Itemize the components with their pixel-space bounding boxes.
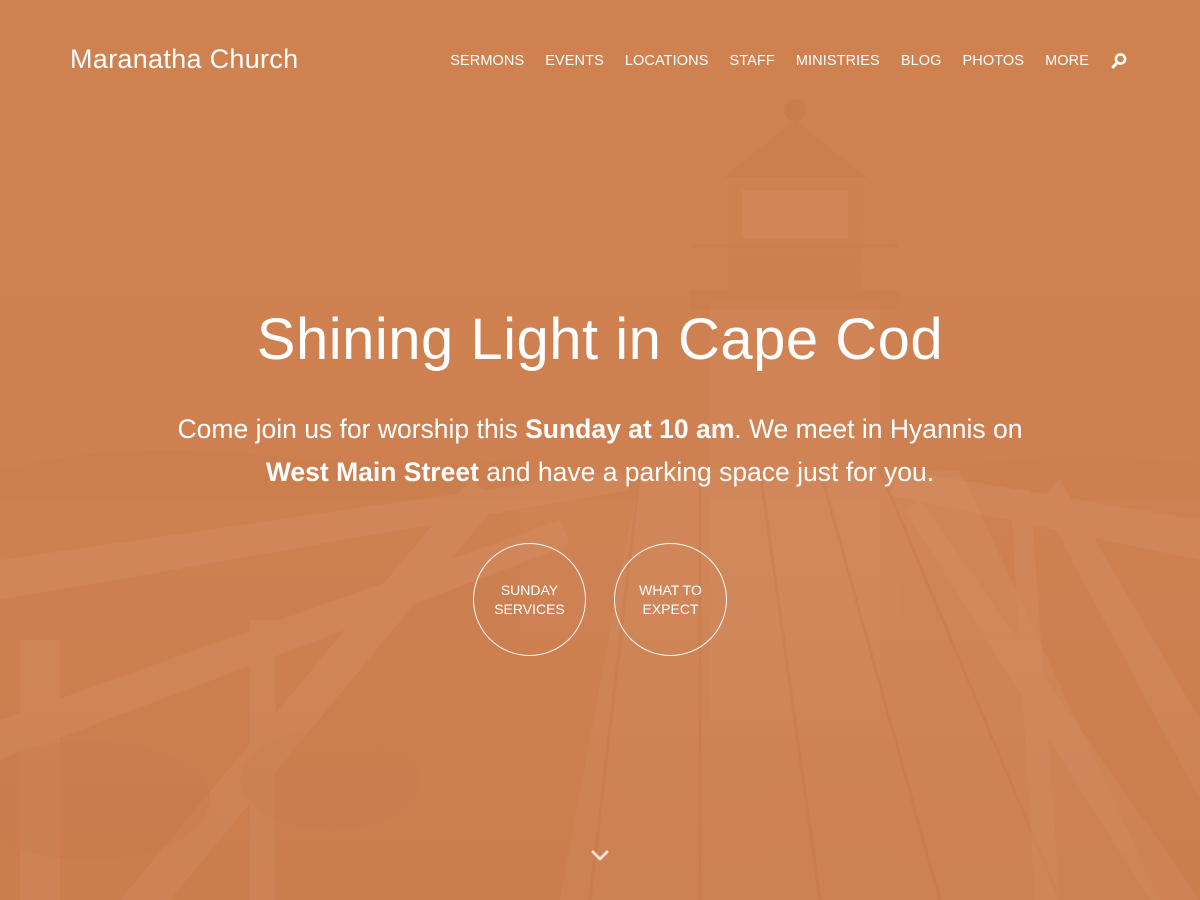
button-label-line: EXPECT bbox=[642, 600, 699, 617]
chevron-down-icon[interactable] bbox=[590, 846, 610, 866]
nav-item-photos[interactable]: PHOTOS bbox=[963, 53, 1025, 69]
hero-text-part: Come join us for worship this bbox=[177, 414, 526, 444]
button-label-line: WHAT TO bbox=[639, 581, 702, 598]
hero-description: Come join us for worship this Sunday at … bbox=[150, 408, 1050, 494]
button-label: WHAT TO EXPECT bbox=[621, 581, 721, 619]
main-navigation: SERMONS EVENTS LOCATIONS STAFF MINISTRIE… bbox=[429, 52, 1128, 70]
site-header: Maranatha Church SERMONS EVENTS LOCATION… bbox=[0, 0, 1200, 124]
hero-text-part: . We meet in Hyannis on bbox=[734, 414, 1023, 444]
nav-item-events[interactable]: EVENTS bbox=[545, 53, 604, 69]
service-time: Sunday at 10 am bbox=[525, 414, 735, 444]
nav-item-staff[interactable]: STAFF bbox=[729, 53, 774, 69]
button-label-line: SERVICES bbox=[494, 600, 565, 617]
location-street: West Main Street bbox=[265, 457, 479, 487]
nav-item-blog[interactable]: BLOG bbox=[901, 53, 942, 69]
button-label: SUNDAY SERVICES bbox=[480, 581, 580, 619]
nav-item-locations[interactable]: LOCATIONS bbox=[625, 53, 709, 69]
hero-text-part: and have a parking space just for you. bbox=[478, 457, 935, 487]
nav-item-ministries[interactable]: MINISTRIES bbox=[796, 53, 880, 69]
hero-buttons: SUNDAY SERVICES WHAT TO EXPECT bbox=[0, 543, 1200, 656]
button-label-line: SUNDAY bbox=[500, 581, 559, 598]
hero-heading: Shining Light in Cape Cod bbox=[256, 307, 944, 372]
sunday-services-button[interactable]: SUNDAY SERVICES bbox=[473, 543, 586, 656]
nav-item-sermons[interactable]: SERMONS bbox=[450, 53, 524, 69]
site-title-link[interactable]: Maranatha Church bbox=[70, 44, 298, 75]
nav-item-more[interactable]: MORE bbox=[1045, 53, 1089, 69]
search-icon[interactable] bbox=[1110, 52, 1128, 70]
what-to-expect-button[interactable]: WHAT TO EXPECT bbox=[614, 543, 727, 656]
